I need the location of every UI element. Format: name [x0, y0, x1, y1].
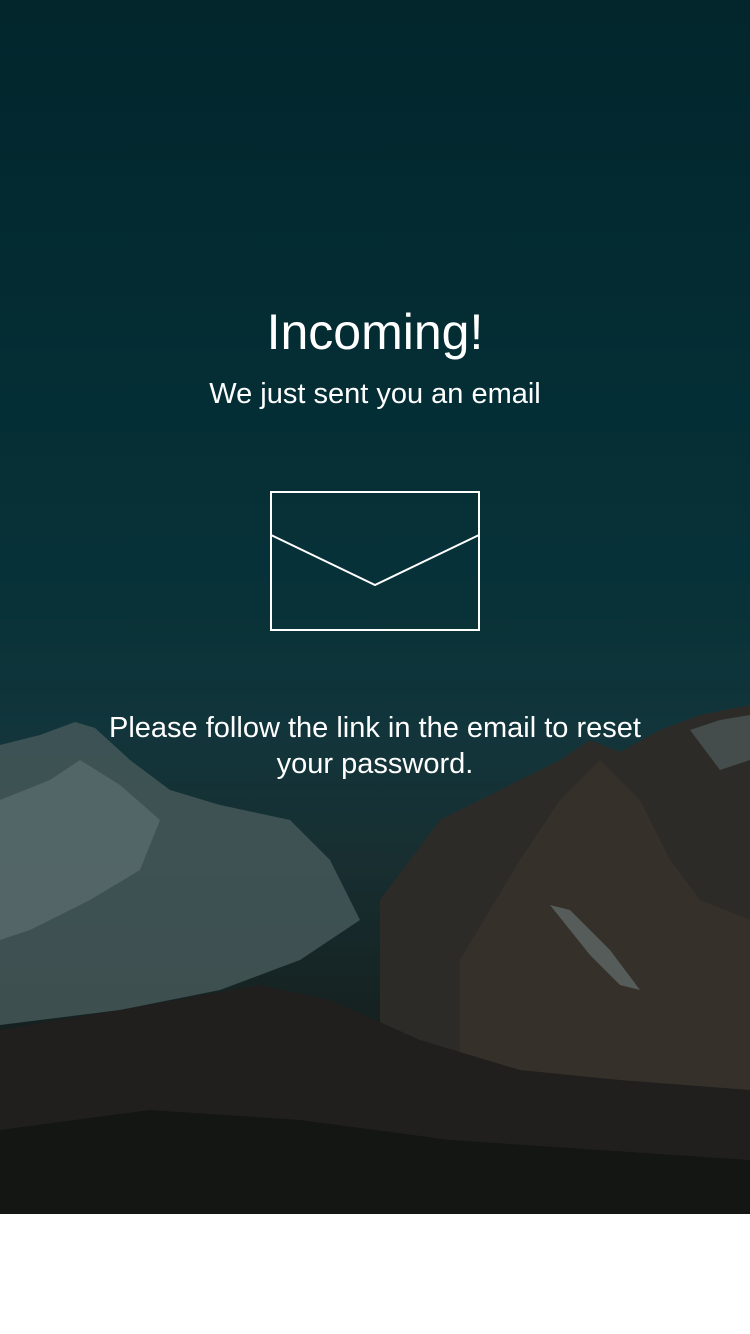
- instruction-text: Please follow the link in the email to r…: [109, 712, 641, 780]
- mountain-background: Incoming! We just sent you an email Plea…: [0, 0, 750, 1214]
- page-subtitle: We just sent you an email: [209, 378, 541, 410]
- page-title: Incoming!: [266, 304, 484, 360]
- envelope-icon: [270, 491, 480, 631]
- reset-email-sent-screen: Incoming! We just sent you an email Plea…: [0, 0, 750, 1334]
- footer-area: [0, 1214, 750, 1334]
